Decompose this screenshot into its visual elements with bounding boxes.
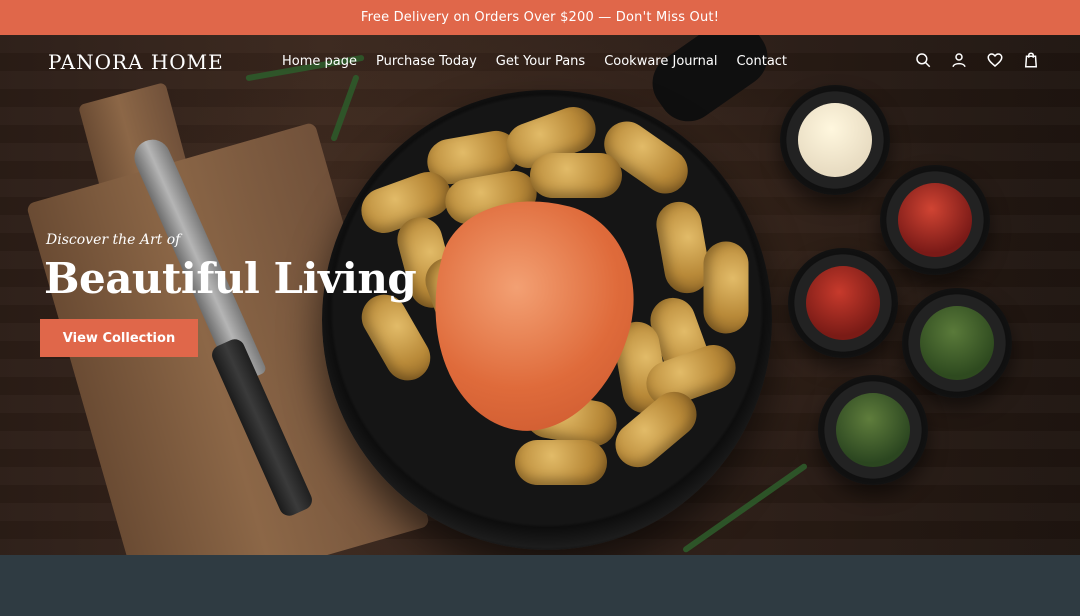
announcement-bar: Free Delivery on Orders Over $200 — Don'… (0, 0, 1080, 35)
ketchup-bowl (880, 165, 990, 275)
nav-cookware-journal[interactable]: Cookware Journal (604, 54, 717, 69)
rosemary-sprig (330, 74, 360, 142)
header-icons (914, 51, 1040, 69)
search-icon[interactable] (914, 51, 932, 69)
bottom-band (0, 555, 1080, 616)
cart-bag-icon[interactable] (1022, 51, 1040, 69)
potato-wedge (703, 241, 749, 334)
pan-handle (640, 35, 780, 134)
potato-wedge (530, 153, 622, 198)
view-collection-button[interactable]: View Collection (40, 319, 198, 357)
nav-contact[interactable]: Contact (736, 54, 787, 69)
nav-get-your-pans[interactable]: Get Your Pans (496, 54, 585, 69)
main-nav: Home page Purchase Today Get Your Pans C… (282, 54, 787, 69)
nav-purchase-today[interactable]: Purchase Today (376, 54, 477, 69)
sauce-bowl (788, 248, 898, 358)
brand-logo[interactable]: PANORA HOME (48, 50, 224, 74)
hero-eyebrow: Discover the Art of (46, 232, 181, 248)
hero-section: PANORA HOME Home page Purchase Today Get… (0, 35, 1080, 555)
account-icon[interactable] (950, 51, 968, 69)
herbs-bowl (902, 288, 1012, 398)
mayo-bowl (780, 85, 890, 195)
nav-home[interactable]: Home page (282, 54, 357, 69)
herbs-bowl-2 (818, 375, 928, 485)
hero-headline: Beautiful Living (44, 254, 417, 303)
announcement-text: Free Delivery on Orders Over $200 — Don'… (360, 10, 720, 25)
potato-wedge (515, 440, 607, 485)
wishlist-heart-icon[interactable] (986, 51, 1004, 69)
